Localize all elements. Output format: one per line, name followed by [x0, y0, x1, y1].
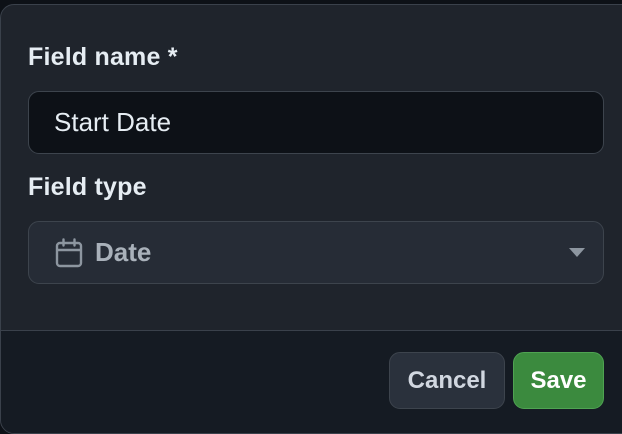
field-name-label: Field name *: [28, 43, 178, 71]
save-button[interactable]: Save: [513, 352, 604, 409]
new-field-dialog: Field name * Field type Date Cancel Save: [0, 4, 622, 434]
field-type-select[interactable]: Date: [28, 221, 604, 284]
field-name-input[interactable]: [28, 91, 604, 154]
dialog-footer: Cancel Save: [1, 330, 622, 433]
field-type-selected-value: Date: [95, 237, 152, 267]
field-type-label: Field type: [28, 173, 147, 201]
cancel-button[interactable]: Cancel: [389, 352, 505, 409]
triangle-down-icon: [569, 248, 585, 257]
calendar-icon: [55, 238, 83, 268]
